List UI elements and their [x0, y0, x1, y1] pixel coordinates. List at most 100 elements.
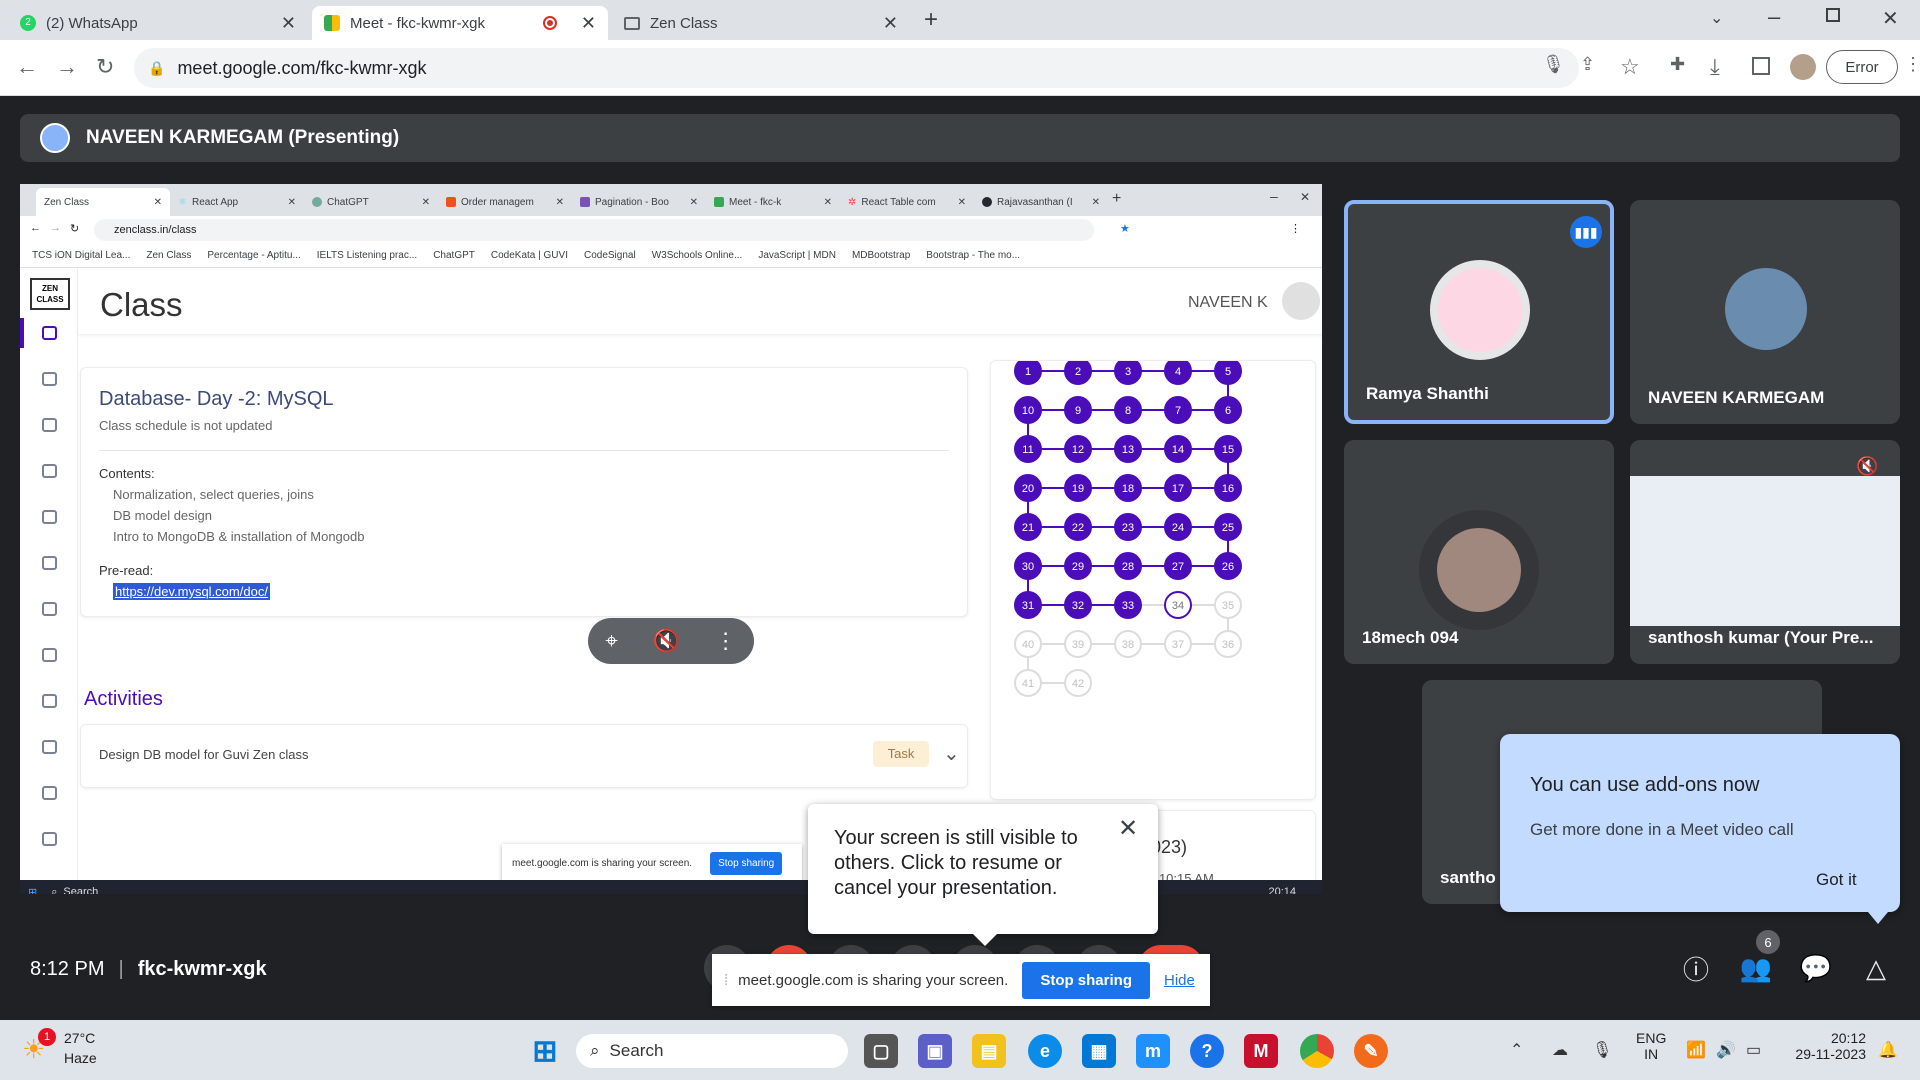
- roadmap-day-38[interactable]: 38: [1114, 630, 1142, 658]
- edge-icon[interactable]: e: [1028, 1034, 1062, 1068]
- profile-avatar[interactable]: [1790, 54, 1816, 80]
- roadmap-day-2[interactable]: 2: [1064, 361, 1092, 385]
- participant-tile[interactable]: 🔇 santhosh kumar (Your Pre...: [1630, 440, 1900, 664]
- roadmap-day-39[interactable]: 39: [1064, 630, 1092, 658]
- roadmap-day-27[interactable]: 27: [1164, 552, 1192, 580]
- drag-handle-icon[interactable]: ⁞: [724, 972, 728, 989]
- roadmap-day-34[interactable]: 34: [1164, 591, 1192, 619]
- chevron-down-icon[interactable]: ⌄: [943, 741, 960, 766]
- menu-kebab-icon[interactable]: ⋮: [1904, 54, 1920, 75]
- participant-tile[interactable]: 18mech 094: [1344, 440, 1614, 664]
- roadmap-day-16[interactable]: 16: [1214, 474, 1242, 502]
- store-icon[interactable]: ▦: [1082, 1034, 1116, 1068]
- preread-link[interactable]: https://dev.mysql.com/doc/: [113, 583, 270, 600]
- got-it-button[interactable]: Got it: [1816, 870, 1857, 890]
- participant-tile[interactable]: NAVEEN KARMEGAM: [1630, 200, 1900, 424]
- roadmap-day-22[interactable]: 22: [1064, 513, 1092, 541]
- chat-icon[interactable]: 💬: [1796, 948, 1836, 988]
- share-icon[interactable]: ⇪: [1580, 54, 1595, 75]
- close-window-icon[interactable]: ✕: [1882, 6, 1899, 31]
- roadmap-day-11[interactable]: 11: [1014, 435, 1042, 463]
- activities-icon[interactable]: △: [1856, 948, 1896, 988]
- roadmap-day-19[interactable]: 19: [1064, 474, 1092, 502]
- roadmap-day-9[interactable]: 9: [1064, 396, 1092, 424]
- roadmap-day-24[interactable]: 24: [1164, 513, 1192, 541]
- tab-zen-class[interactable]: Zen Class ✕: [612, 6, 910, 40]
- volume-icon[interactable]: 🔊: [1716, 1040, 1736, 1060]
- roadmap-day-21[interactable]: 21: [1014, 513, 1042, 541]
- roadmap-day-13[interactable]: 13: [1114, 435, 1142, 463]
- mylio-icon[interactable]: m: [1136, 1034, 1170, 1068]
- language-indicator[interactable]: ENG IN: [1636, 1030, 1666, 1062]
- taskbar-search[interactable]: ⌕ Search: [576, 1034, 848, 1068]
- roadmap-day-12[interactable]: 12: [1064, 435, 1092, 463]
- roadmap-day-29[interactable]: 29: [1064, 552, 1092, 580]
- restore-icon[interactable]: [1826, 8, 1840, 22]
- roadmap-day-18[interactable]: 18: [1114, 474, 1142, 502]
- roadmap-day-40[interactable]: 40: [1014, 630, 1042, 658]
- new-tab-icon[interactable]: +: [924, 6, 938, 34]
- onedrive-icon[interactable]: ☁: [1552, 1040, 1568, 1060]
- roadmap-day-14[interactable]: 14: [1164, 435, 1192, 463]
- snipping-tool-icon[interactable]: ✎: [1354, 1034, 1388, 1068]
- help-icon[interactable]: ?: [1190, 1034, 1224, 1068]
- roadmap-day-35[interactable]: 35: [1214, 591, 1242, 619]
- roadmap-day-33[interactable]: 33: [1114, 591, 1142, 619]
- mcafee-icon[interactable]: M: [1244, 1034, 1278, 1068]
- roadmap-day-20[interactable]: 20: [1014, 474, 1042, 502]
- activity-card[interactable]: Design DB model for Guvi Zen class Task …: [80, 724, 968, 788]
- side-panel-icon[interactable]: [1752, 57, 1770, 75]
- roadmap-day-5[interactable]: 5: [1214, 361, 1242, 385]
- roadmap-day-28[interactable]: 28: [1114, 552, 1142, 580]
- tab-meet[interactable]: Meet - fkc-kwmr-xgk ✕: [312, 6, 608, 40]
- tab-search-icon[interactable]: ⌄: [1710, 8, 1723, 28]
- error-button[interactable]: Error: [1826, 50, 1898, 84]
- clock[interactable]: 20:12 29-11-2023: [1778, 1030, 1866, 1062]
- back-icon[interactable]: ←: [16, 54, 38, 80]
- roadmap-day-30[interactable]: 30: [1014, 552, 1042, 580]
- chevron-up-icon[interactable]: ⌃: [1510, 1040, 1523, 1060]
- roadmap-day-3[interactable]: 3: [1114, 361, 1142, 385]
- close-tab-icon[interactable]: ✕: [281, 13, 296, 34]
- more-options-icon[interactable]: ⋮: [715, 628, 737, 654]
- mic-icon[interactable]: 🎙: [1542, 54, 1565, 75]
- tab-whatsapp[interactable]: 2 (2) WhatsApp ✕: [8, 6, 308, 40]
- roadmap-day-8[interactable]: 8: [1114, 396, 1142, 424]
- meeting-details-icon[interactable]: ⓘ: [1676, 948, 1716, 988]
- roadmap-day-31[interactable]: 31: [1014, 591, 1042, 619]
- wifi-icon[interactable]: 📶: [1686, 1040, 1706, 1060]
- unpin-icon[interactable]: ⌖: [605, 628, 617, 654]
- hide-button[interactable]: Hide: [1164, 972, 1195, 989]
- roadmap-day-23[interactable]: 23: [1114, 513, 1142, 541]
- notification-bell-icon[interactable]: 🔔: [1878, 1040, 1898, 1060]
- download-icon[interactable]: ⤓: [1710, 54, 1720, 80]
- minimize-icon[interactable]: –: [1768, 4, 1780, 30]
- roadmap-day-6[interactable]: 6: [1214, 396, 1242, 424]
- reload-icon[interactable]: ↻: [96, 54, 114, 80]
- bookmark-star-icon[interactable]: ☆: [1620, 54, 1640, 80]
- close-tab-icon[interactable]: ✕: [883, 13, 898, 34]
- roadmap-day-4[interactable]: 4: [1164, 361, 1192, 385]
- roadmap-day-42[interactable]: 42: [1064, 669, 1092, 697]
- roadmap-day-26[interactable]: 26: [1214, 552, 1242, 580]
- roadmap-day-7[interactable]: 7: [1164, 396, 1192, 424]
- participant-tile[interactable]: ▮▮▮ Ramya Shanthi: [1344, 200, 1614, 424]
- battery-icon[interactable]: ▭: [1746, 1040, 1761, 1060]
- roadmap-day-10[interactable]: 10: [1014, 396, 1042, 424]
- mic-icon[interactable]: 🎙: [1592, 1040, 1612, 1060]
- file-explorer-icon[interactable]: ▤: [972, 1034, 1006, 1068]
- roadmap-day-15[interactable]: 15: [1214, 435, 1242, 463]
- chrome-icon[interactable]: [1300, 1034, 1334, 1068]
- roadmap-day-1[interactable]: 1: [1014, 361, 1042, 385]
- forward-icon[interactable]: →: [56, 54, 78, 80]
- roadmap-day-36[interactable]: 36: [1214, 630, 1242, 658]
- roadmap-day-25[interactable]: 25: [1214, 513, 1242, 541]
- teams-icon[interactable]: ▣: [918, 1034, 952, 1068]
- roadmap-day-32[interactable]: 32: [1064, 591, 1092, 619]
- extensions-icon[interactable]: ✚: [1670, 54, 1685, 75]
- task-view-icon[interactable]: ▢: [864, 1034, 898, 1068]
- windows-start-icon[interactable]: ⊞: [528, 1034, 562, 1068]
- mute-presentation-icon[interactable]: 🔇: [652, 628, 679, 654]
- stop-sharing-button[interactable]: Stop sharing: [1022, 961, 1150, 999]
- roadmap-day-17[interactable]: 17: [1164, 474, 1192, 502]
